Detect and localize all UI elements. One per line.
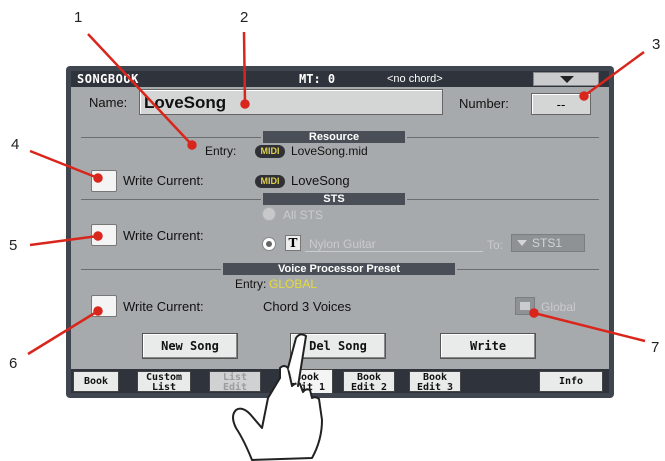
all-sts-radio[interactable] (262, 207, 276, 221)
divider (81, 199, 261, 200)
title-bar: SONGBOOK MT: 0 <no chord> (71, 71, 609, 87)
global-label: Global (541, 300, 576, 314)
callout-1: 1 (74, 9, 83, 26)
tab-label: List (151, 382, 177, 393)
chevron-down-icon (517, 240, 527, 246)
resource-write-checkbox[interactable] (91, 170, 117, 192)
sts-header: STS (263, 193, 405, 205)
callout-2: 2 (240, 9, 249, 26)
sts-sound-name: Nylon Guitar (309, 237, 376, 251)
voice-processor-header: Voice Processor Preset (223, 263, 455, 275)
voice-write-value: Chord 3 Voices (263, 299, 352, 314)
number-label: Number: (459, 96, 509, 111)
resource-entry-value: LoveSong.mid (291, 144, 368, 158)
callout-7: 7 (651, 339, 660, 356)
tab-label: Edit (222, 382, 248, 393)
tab-info[interactable]: Info (539, 371, 603, 392)
divider (81, 137, 261, 138)
chord-display: <no chord> (387, 73, 443, 85)
sts-destination-value: STS1 (532, 236, 563, 250)
del-song-button[interactable]: Del Song (290, 333, 386, 359)
tab-label: Edit 2 (350, 382, 388, 393)
resource-write-value: LoveSong (291, 173, 350, 188)
songbook-screen: SONGBOOK MT: 0 <no chord> Name: LoveSong… (71, 71, 609, 393)
sts-write-label: Write Current: (123, 228, 204, 243)
tab-book[interactable]: Book (73, 371, 119, 392)
tab-book-edit-3[interactable]: Book Edit 3 (409, 371, 461, 393)
page-menu-button[interactable] (533, 72, 599, 86)
divider (81, 269, 221, 270)
write-button[interactable]: Write (440, 333, 536, 359)
resource-header: Resource (263, 131, 405, 143)
resource-entry-label: Entry: (205, 144, 237, 158)
tab-list-edit[interactable]: List Edit (209, 371, 261, 393)
master-transpose: MT: 0 (299, 72, 336, 86)
divider (407, 137, 599, 138)
all-sts-label: All STS (283, 208, 324, 222)
tab-book-edit-1[interactable]: Book Edit 1 (281, 369, 333, 393)
new-song-button[interactable]: New Song (142, 333, 238, 359)
triangle-down-icon (560, 76, 574, 83)
tab-label: Info (558, 376, 584, 387)
text-t-icon: T (285, 235, 301, 251)
callout-5: 5 (9, 237, 18, 254)
divider (407, 199, 599, 200)
global-checkbox[interactable] (515, 297, 535, 315)
sts-write-checkbox[interactable] (91, 224, 117, 246)
page-title: SONGBOOK (77, 72, 139, 86)
single-sts-radio[interactable] (262, 237, 276, 251)
tab-label: Book (83, 376, 109, 387)
midi-badge: MIDI (255, 175, 285, 188)
voice-write-label: Write Current: (123, 299, 204, 314)
callout-4: 4 (11, 136, 20, 153)
midi-badge: MIDI (255, 145, 285, 158)
divider (457, 269, 599, 270)
tab-custom-list[interactable]: Custom List (137, 371, 191, 393)
sts-sound-field[interactable]: Nylon Guitar (305, 236, 483, 252)
resource-write-label: Write Current: (123, 173, 204, 188)
callout-6: 6 (9, 355, 18, 372)
tab-bar: Book Custom List List Edit Book Edit 1 B… (71, 369, 609, 393)
name-field[interactable]: LoveSong (139, 89, 443, 115)
voice-entry-value: GLOBAL (269, 277, 318, 291)
tab-label: Edit 1 (288, 382, 326, 393)
tab-label: Edit 3 (416, 382, 454, 393)
tab-book-edit-2[interactable]: Book Edit 2 (343, 371, 395, 393)
callout-3: 3 (652, 36, 661, 53)
voice-write-checkbox[interactable] (91, 295, 117, 317)
name-label: Name: (89, 95, 128, 110)
voice-entry-label: Entry: (235, 277, 267, 291)
sts-to-label: To: (487, 238, 504, 252)
number-field[interactable]: -- (531, 93, 591, 115)
sts-destination-select[interactable]: STS1 (511, 234, 585, 252)
